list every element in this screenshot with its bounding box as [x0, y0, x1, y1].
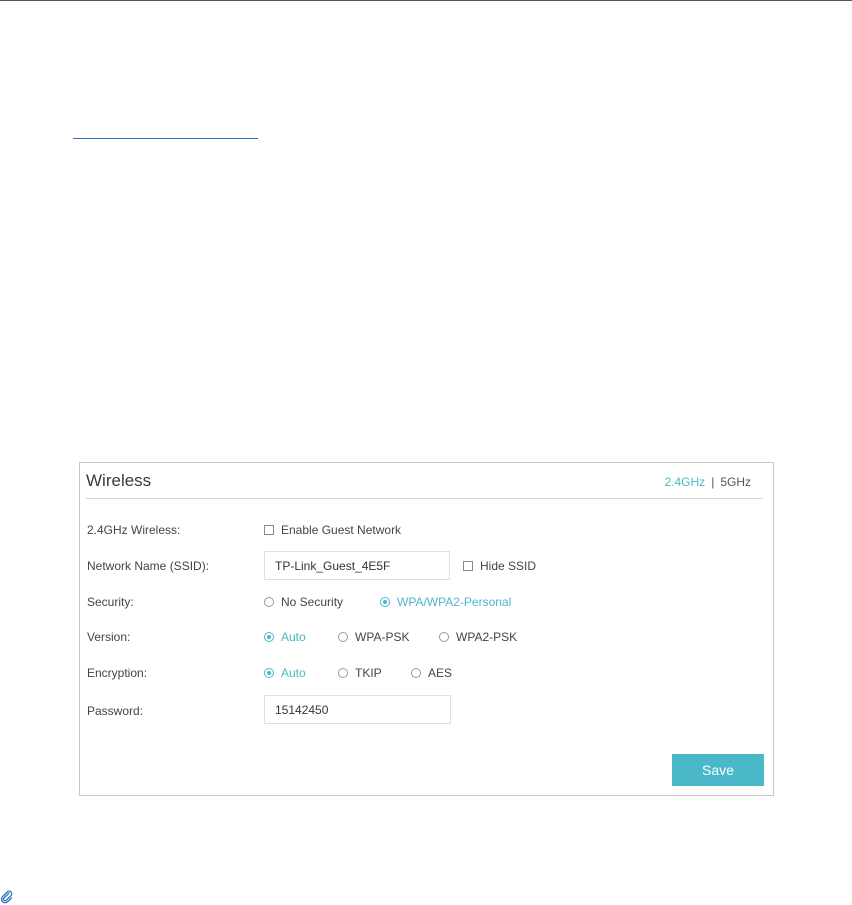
checkbox-box[interactable] — [463, 561, 473, 571]
ssid-input[interactable]: TP-Link_Guest_4E5F — [264, 551, 450, 580]
radio-circle-selected[interactable] — [380, 597, 390, 607]
hide-ssid-label: Hide SSID — [480, 559, 537, 573]
radio-circle[interactable] — [439, 632, 449, 642]
panel-divider — [86, 498, 763, 499]
panel-title: Wireless — [86, 471, 152, 490]
version-label: Version: — [87, 630, 131, 644]
top-divider — [0, 0, 852, 1]
radio-label: WPA-PSK — [355, 630, 410, 644]
enable-guest-network-checkbox[interactable]: Enable Guest Network — [264, 523, 401, 537]
radio-label: WPA2-PSK — [456, 630, 518, 644]
version-wpa2-psk-radio[interactable]: WPA2-PSK — [439, 630, 517, 644]
encryption-label: Encryption: — [87, 666, 148, 680]
band-separator: | — [711, 475, 715, 489]
band-switch: 2.4GHz | 5GHz — [665, 475, 752, 489]
band-2-4ghz-tab[interactable]: 2.4GHz — [665, 475, 706, 489]
security-no-security-radio[interactable]: No Security — [264, 595, 343, 609]
password-input[interactable]: 15142450 — [264, 695, 451, 724]
radio-circle[interactable] — [411, 668, 421, 678]
radio-label: Auto — [281, 666, 306, 680]
paperclip-icon — [0, 890, 13, 904]
radio-label: Auto — [281, 630, 306, 644]
enable-guest-network-label: Enable Guest Network — [281, 523, 402, 537]
radio-circle[interactable] — [338, 668, 348, 678]
encryption-aes-radio[interactable]: AES — [411, 666, 452, 680]
encryption-auto-radio[interactable]: Auto — [264, 666, 306, 680]
security-label: Security: — [87, 595, 134, 609]
wireless-panel: Wireless 2.4GHz | 5GHz 2.4GHz Wireless: En… — [79, 462, 774, 796]
encryption-tkip-radio[interactable]: TKIP — [338, 666, 382, 680]
security-wpa-personal-radio[interactable]: WPA/WPA2-Personal — [380, 595, 511, 609]
radio-circle-selected[interactable] — [264, 668, 274, 678]
radio-circle[interactable] — [264, 597, 274, 607]
version-wpa-psk-radio[interactable]: WPA-PSK — [338, 630, 409, 644]
wireless-label: 2.4GHz Wireless: — [87, 523, 181, 537]
radio-label: TKIP — [355, 666, 382, 680]
hyperlink-underline[interactable] — [73, 138, 258, 139]
save-button[interactable]: Save — [672, 754, 764, 786]
radio-label: No Security — [281, 595, 344, 609]
radio-label: AES — [428, 666, 453, 680]
radio-label: WPA/WPA2-Personal — [397, 595, 512, 609]
password-label: Password: — [87, 704, 144, 718]
hide-ssid-checkbox[interactable]: Hide SSID — [463, 559, 536, 573]
version-auto-radio[interactable]: Auto — [264, 630, 306, 644]
ssid-label: Network Name (SSID): — [87, 559, 210, 573]
radio-circle[interactable] — [338, 632, 348, 642]
band-5ghz-tab[interactable]: 5GHz — [720, 475, 751, 489]
checkbox-box[interactable] — [264, 525, 274, 535]
radio-circle-selected[interactable] — [264, 632, 274, 642]
